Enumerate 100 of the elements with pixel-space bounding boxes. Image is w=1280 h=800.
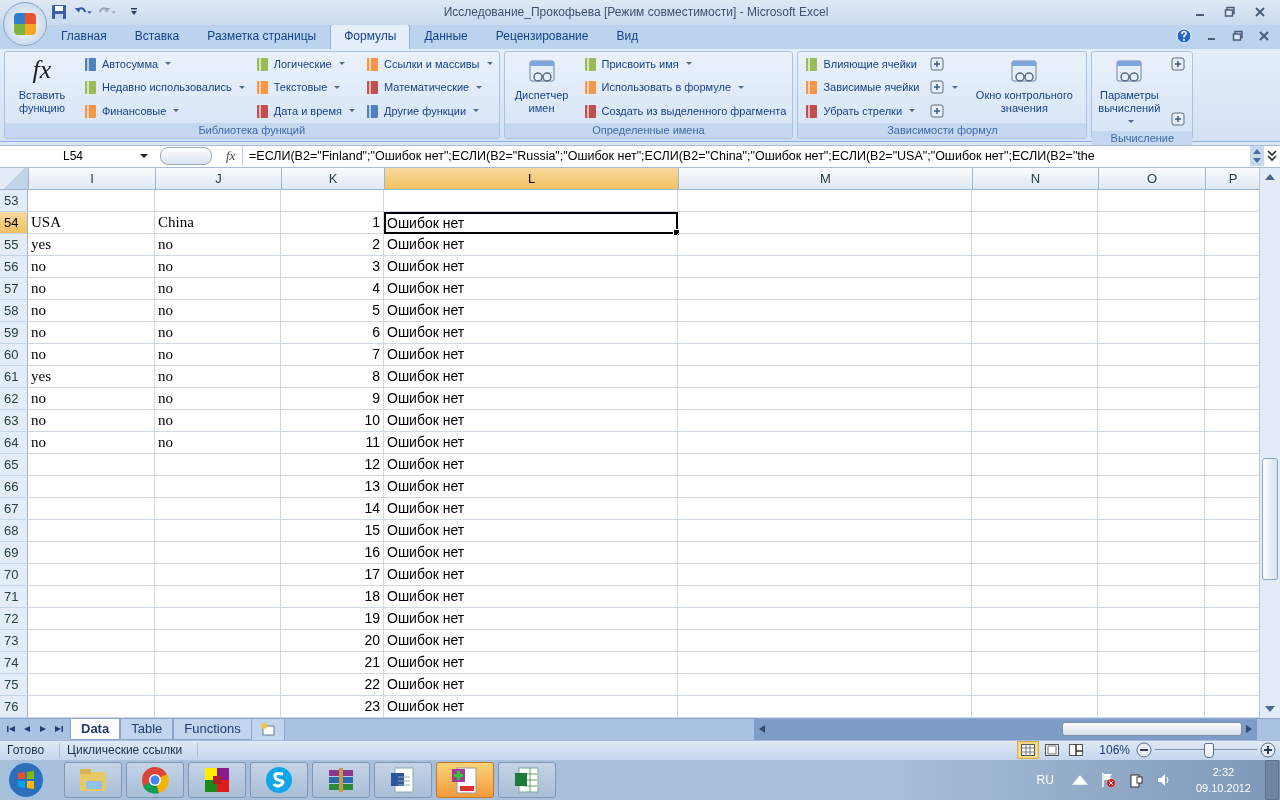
scroll-thumb[interactable]	[1262, 457, 1278, 580]
table-cell[interactable]: 12	[281, 453, 384, 476]
scroll-right-icon[interactable]	[1245, 724, 1253, 735]
table-cell[interactable]	[678, 189, 972, 212]
table-cell[interactable]: no	[28, 343, 155, 366]
table-cell[interactable]: no	[155, 255, 281, 278]
table-cell[interactable]: 17	[281, 563, 384, 586]
table-cell[interactable]	[155, 607, 281, 630]
table-cell[interactable]: Ошибок нет	[384, 651, 678, 674]
table-cell[interactable]	[678, 541, 972, 564]
table-cell[interactable]	[972, 475, 1098, 498]
table-cell[interactable]	[678, 233, 972, 256]
ribbon-button[interactable]: Диспетчер имен	[508, 53, 575, 116]
power-plug-icon[interactable]	[1127, 772, 1144, 788]
table-cell[interactable]	[678, 673, 972, 696]
row-header[interactable]: 75	[0, 673, 28, 696]
taskbar-button[interactable]	[188, 762, 246, 798]
table-cell[interactable]: 11	[281, 431, 384, 454]
table-cell[interactable]: Ошибок нет	[384, 431, 678, 454]
table-cell[interactable]: yes	[28, 233, 155, 256]
table-cell[interactable]	[1098, 453, 1205, 476]
ribbon-button[interactable]: fx Вставить функцию	[9, 53, 75, 116]
table-cell[interactable]: Ошибок нет	[384, 563, 678, 586]
table-cell[interactable]	[678, 255, 972, 278]
table-cell[interactable]: Ошибок нет	[384, 475, 678, 498]
row-header[interactable]: 66	[0, 475, 28, 498]
row-header[interactable]: 73	[0, 629, 28, 652]
table-cell[interactable]: Ошибок нет	[384, 277, 678, 300]
vertical-scrollbar[interactable]	[1259, 167, 1280, 718]
table-cell[interactable]: 21	[281, 651, 384, 674]
table-cell[interactable]	[972, 651, 1098, 674]
table-cell[interactable]	[1098, 211, 1205, 234]
table-cell[interactable]	[972, 431, 1098, 454]
table-cell[interactable]	[155, 541, 281, 564]
table-cell[interactable]: Ошибок нет	[384, 321, 678, 344]
table-cell[interactable]	[155, 497, 281, 520]
save-icon[interactable]	[50, 4, 68, 21]
table-cell[interactable]	[28, 497, 155, 520]
table-cell[interactable]	[972, 497, 1098, 520]
table-cell[interactable]	[28, 519, 155, 542]
table-cell[interactable]	[1098, 255, 1205, 278]
table-cell[interactable]: no	[28, 277, 155, 300]
row-header[interactable]: 59	[0, 321, 28, 344]
table-cell[interactable]	[155, 651, 281, 674]
ribbon-tab[interactable]: Формулы	[330, 23, 411, 49]
scroll-up-icon[interactable]	[1265, 173, 1275, 180]
table-cell[interactable]	[155, 475, 281, 498]
close-icon[interactable]	[1254, 6, 1266, 19]
table-cell[interactable]: Ошибок нет	[384, 343, 678, 366]
previous-sheet-icon[interactable]	[22, 724, 32, 735]
table-cell[interactable]	[678, 299, 972, 322]
ribbon-tab[interactable]: Данные	[410, 23, 482, 49]
table-cell[interactable]	[28, 695, 155, 718]
help-icon[interactable]	[1176, 27, 1192, 44]
table-cell[interactable]	[155, 189, 281, 212]
table-cell[interactable]	[155, 629, 281, 652]
resize-handle[interactable]	[160, 147, 212, 166]
table-cell[interactable]	[28, 453, 155, 476]
table-cell[interactable]: 7	[281, 343, 384, 366]
ribbon-button[interactable]: Создать из выделенного фрагмента	[580, 100, 789, 121]
table-cell[interactable]	[678, 607, 972, 630]
table-cell[interactable]: no	[155, 343, 281, 366]
next-sheet-icon[interactable]	[38, 724, 48, 735]
table-cell[interactable]	[28, 475, 155, 498]
table-cell[interactable]: no	[155, 277, 281, 300]
table-cell[interactable]: no	[155, 387, 281, 410]
ribbon-tab[interactable]: Главная	[47, 23, 121, 49]
table-cell[interactable]	[678, 343, 972, 366]
table-cell[interactable]: 14	[281, 497, 384, 520]
table-cell[interactable]	[972, 695, 1098, 718]
taskbar-button[interactable]	[374, 762, 432, 798]
table-cell[interactable]: 19	[281, 607, 384, 630]
table-cell[interactable]: 18	[281, 585, 384, 608]
table-cell[interactable]	[678, 497, 972, 520]
taskbar-button[interactable]	[312, 762, 370, 798]
table-cell[interactable]	[28, 651, 155, 674]
row-header[interactable]: 68	[0, 519, 28, 542]
restore-icon[interactable]	[1224, 6, 1236, 19]
formula-scroll-icon[interactable]	[1250, 146, 1264, 167]
table-cell[interactable]: 3	[281, 255, 384, 278]
table-cell[interactable]	[678, 387, 972, 410]
ribbon-button[interactable]: Другие функции	[362, 100, 495, 121]
table-cell[interactable]: 5	[281, 299, 384, 322]
table-cell[interactable]	[28, 629, 155, 652]
row-header[interactable]: 67	[0, 497, 28, 520]
table-cell[interactable]: Ошибок нет	[384, 541, 678, 564]
ribbon-tab[interactable]: Рецензирование	[481, 23, 603, 49]
table-cell[interactable]	[972, 453, 1098, 476]
table-cell[interactable]	[972, 211, 1098, 234]
taskbar-button[interactable]	[250, 762, 308, 798]
table-cell[interactable]	[678, 277, 972, 300]
table-cell[interactable]	[281, 189, 384, 212]
table-cell[interactable]	[678, 629, 972, 652]
table-cell[interactable]: no	[28, 321, 155, 344]
taskbar-button[interactable]	[126, 762, 184, 798]
table-cell[interactable]	[972, 541, 1098, 564]
table-cell[interactable]	[1098, 519, 1205, 542]
row-header[interactable]: 55	[0, 233, 28, 256]
scroll-left-icon[interactable]	[758, 724, 766, 735]
ribbon-tab[interactable]: Разметка страницы	[193, 23, 331, 49]
